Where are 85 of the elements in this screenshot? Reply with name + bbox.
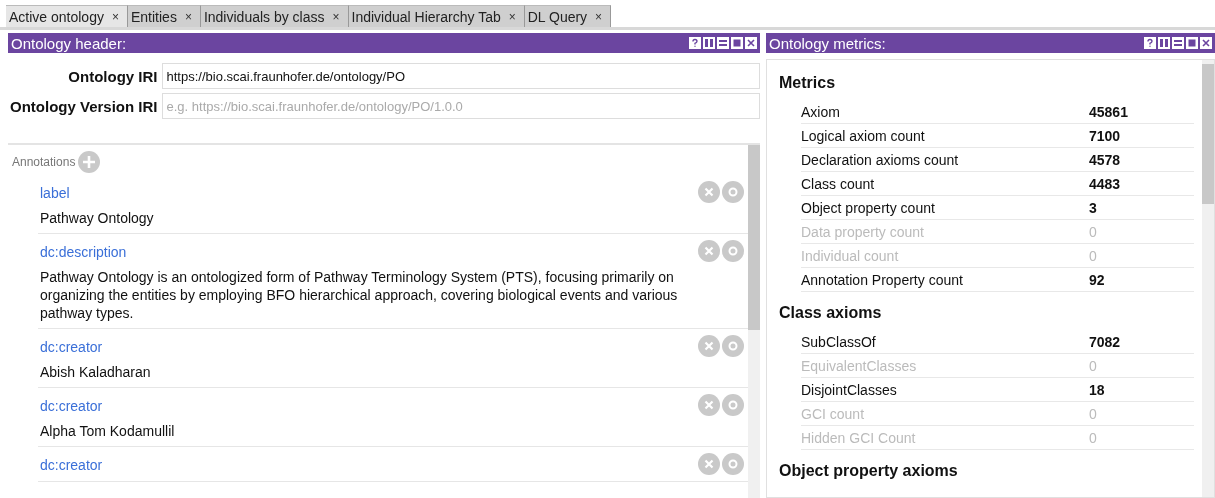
annotation-value: Abish Kaladharan: [40, 363, 152, 381]
metric-value: 92: [1089, 271, 1106, 288]
metric-name: GCI count: [801, 405, 866, 422]
field-label: Ontology IRI: [67, 67, 158, 85]
add-icon[interactable]: [78, 151, 101, 173]
scrollbar-thumb[interactable]: [748, 145, 760, 330]
edit-icon[interactable]: [722, 240, 744, 262]
panel-title: Ontology metrics:: [769, 34, 886, 52]
delete-icon[interactable]: [698, 453, 720, 475]
field-label: Ontology Version IRI: [10, 97, 158, 115]
metric-name: Logical axiom count: [801, 127, 926, 144]
metric-value: 0: [1089, 247, 1098, 264]
iri-field[interactable]: https://bio.scai.fraunhofer.de/ontology/PO: [161, 63, 760, 89]
split-icon[interactable]: [703, 37, 715, 49]
annotation-value: Pathway Ontology is an ontologized form of Pathway Terminology System (PTS), focusing primarily on organizing the entities by employing BFO hierarchical approach, covering biological events and various pathway types.: [40, 268, 679, 322]
metric-name: SubClassOf: [801, 333, 877, 350]
close-tab-icon[interactable]: ×: [184, 9, 192, 24]
maximize-icon[interactable]: [731, 37, 743, 49]
annotation-property[interactable]: dc:creator: [40, 339, 698, 355]
tab[interactable]: Individuals by class ×: [200, 5, 349, 27]
metric-value: 3: [1089, 199, 1098, 216]
panel-title: Ontology header:: [11, 34, 127, 52]
metric-value: 0: [1089, 357, 1098, 374]
metric-name: Declaration axioms count: [801, 151, 960, 168]
delete-icon[interactable]: [698, 394, 720, 416]
metric-name: Class count: [801, 175, 876, 192]
version-iri-field[interactable]: e.g. https://bio.scai.fraunhofer.de/ontology/PO/1.0.0: [161, 93, 760, 119]
delete-icon[interactable]: [698, 181, 720, 203]
edit-icon[interactable]: [722, 453, 744, 475]
annotations-label: Annotations: [12, 155, 76, 169]
metric-value: 45861: [1089, 103, 1129, 120]
maximize-icon[interactable]: [1186, 37, 1198, 49]
metric-value: 7100: [1089, 127, 1122, 144]
section-heading: Class axioms: [779, 304, 883, 322]
edit-icon[interactable]: [722, 394, 744, 416]
metric-name: Hidden GCI Count: [801, 429, 917, 446]
scrollbar[interactable]: [748, 145, 760, 498]
annotation-value: Pathway Ontology: [40, 209, 155, 227]
tab-label[interactable]: Individual Hierarchy Tab: [351, 8, 501, 25]
tab[interactable]: Entities ×: [127, 5, 201, 27]
edit-icon[interactable]: [722, 181, 744, 203]
close-icon[interactable]: [1200, 37, 1212, 49]
annotation-value: Alpha Tom Kodamullil: [40, 422, 176, 440]
annotation-property[interactable]: dc:description: [40, 244, 698, 260]
tab[interactable]: Active ontology ×: [6, 5, 128, 27]
metric-name: Individual count: [801, 247, 900, 264]
delete-icon[interactable]: [698, 335, 720, 357]
scrollbar-thumb[interactable]: [1202, 64, 1214, 204]
minimize-icon[interactable]: [717, 37, 729, 49]
help-icon[interactable]: [689, 37, 701, 49]
close-tab-icon[interactable]: ×: [508, 9, 516, 24]
close-tab-icon[interactable]: ×: [595, 9, 603, 24]
metric-value: 0: [1089, 405, 1098, 422]
section-heading: Object property axioms: [779, 462, 959, 480]
minimize-icon[interactable]: [1172, 37, 1184, 49]
tab[interactable]: Individual Hierarchy Tab ×: [348, 5, 525, 27]
tab-label[interactable]: DL Query: [527, 8, 588, 25]
metric-value: 4483: [1089, 175, 1122, 192]
scrollbar[interactable]: [1202, 60, 1214, 497]
annotation-property[interactable]: label: [40, 185, 698, 201]
close-tab-icon[interactable]: ×: [111, 9, 119, 24]
metric-name: EquivalentClasses: [801, 357, 918, 374]
tab-label[interactable]: Entities: [130, 8, 177, 25]
split-icon[interactable]: [1158, 37, 1170, 49]
metric-name: Data property count: [801, 223, 925, 240]
metric-name: Axiom: [801, 103, 841, 120]
delete-icon[interactable]: [698, 240, 720, 262]
annotation-property[interactable]: dc:creator: [40, 457, 698, 473]
annotation-property[interactable]: dc:creator: [40, 398, 698, 414]
tab[interactable]: DL Query ×: [524, 5, 612, 27]
metric-value: 0: [1089, 429, 1098, 446]
edit-icon[interactable]: [722, 335, 744, 357]
metric-name: Annotation Property count: [801, 271, 964, 288]
help-icon[interactable]: [1144, 37, 1156, 49]
tab-label[interactable]: Active ontology: [9, 8, 104, 25]
tab-label[interactable]: Individuals by class: [203, 8, 325, 25]
metric-value: 4578: [1089, 151, 1122, 168]
metric-name: Object property count: [801, 199, 936, 216]
section-heading: Metrics: [779, 74, 837, 92]
metric-value: 18: [1089, 381, 1106, 398]
close-tab-icon[interactable]: ×: [332, 9, 340, 24]
metric-name: DisjointClasses: [801, 381, 898, 398]
metric-value: 0: [1089, 223, 1098, 240]
close-icon[interactable]: [745, 37, 757, 49]
metric-value: 7082: [1089, 333, 1122, 350]
